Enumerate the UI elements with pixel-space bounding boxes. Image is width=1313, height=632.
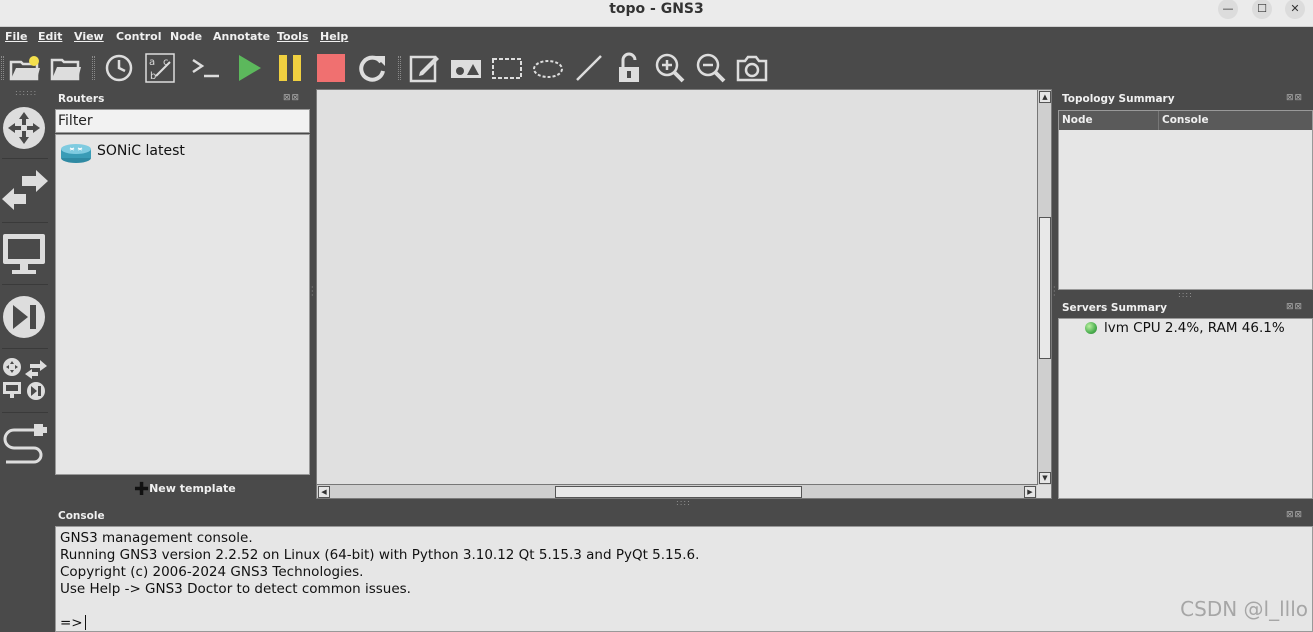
device-separator [2, 284, 48, 285]
horizontal-scrollbar[interactable]: ◀ ▶ [317, 484, 1037, 498]
draw-ellipse-icon[interactable] [532, 52, 564, 84]
console-line: Copyright (c) 2006-2024 GNS3 Technologie… [60, 564, 364, 580]
dock-float-close-icon[interactable]: ⊠⊠ [1286, 510, 1303, 520]
scroll-right-icon[interactable]: ▶ [1024, 486, 1036, 498]
list-item-label: SONiC latest [97, 143, 185, 159]
menu-help[interactable]: Help [320, 30, 348, 43]
menu-tools[interactable]: Tools [277, 30, 308, 43]
scroll-up-icon[interactable]: ▲ [1039, 91, 1051, 103]
close-icon[interactable]: ✕ [1285, 0, 1305, 19]
text-cursor [84, 615, 86, 630]
snapshot-clock-icon[interactable] [103, 52, 135, 84]
console-line: Use Help -> GNS3 Doctor to detect common… [60, 581, 411, 597]
reload-all-icon[interactable] [356, 52, 388, 84]
stop-all-icon[interactable] [315, 52, 347, 84]
show-interface-labels-icon[interactable]: acb [144, 52, 176, 84]
menu-control[interactable]: Control [116, 30, 161, 43]
column-header-node[interactable]: Node [1059, 111, 1159, 130]
add-link-icon[interactable] [0, 420, 50, 466]
menu-edit[interactable]: Edit [38, 30, 62, 43]
list-item[interactable]: lvm CPU 2.4%, RAM 46.1% [1083, 320, 1311, 338]
scroll-down-icon[interactable]: ▼ [1039, 472, 1051, 484]
add-note-icon[interactable] [408, 52, 440, 84]
topology-summary-title: Topology Summary [1062, 93, 1175, 105]
filter-input[interactable]: Filter [55, 109, 310, 133]
browse-routers-icon[interactable] [0, 104, 50, 152]
new-project-icon[interactable] [9, 52, 41, 84]
start-all-icon[interactable] [233, 52, 265, 84]
menu-annotate[interactable]: Annotate [213, 30, 270, 43]
dock-float-close-icon[interactable]: ⊠⊠ [283, 93, 300, 103]
insert-picture-icon[interactable] [450, 52, 482, 84]
device-separator [2, 222, 48, 223]
browse-security-devices-icon[interactable] [0, 294, 50, 340]
zoom-in-icon[interactable] [654, 52, 686, 84]
console-dock-title: Console [58, 510, 105, 522]
svg-text:b: b [150, 71, 156, 82]
new-template-label: New template [149, 482, 236, 495]
console-line: GNS3 management console. [60, 530, 253, 546]
menu-node[interactable]: Node [170, 30, 202, 43]
minimize-icon[interactable]: — [1218, 0, 1238, 19]
main-toolbar: acb [0, 48, 1313, 88]
list-item[interactable]: SONiC latest [58, 140, 308, 164]
column-header-console[interactable]: Console [1159, 111, 1312, 130]
open-project-icon[interactable] [50, 52, 82, 84]
unlock-icon[interactable] [613, 52, 645, 84]
dock-float-close-icon[interactable]: ⊠⊠ [1286, 93, 1303, 103]
device-type-toolbar: :::::: [0, 88, 50, 632]
browse-switches-icon[interactable] [0, 168, 50, 214]
new-template-button[interactable]: ✚New template [134, 479, 236, 500]
menu-view[interactable]: View [74, 30, 104, 43]
device-separator [2, 348, 48, 349]
console-output[interactable]: GNS3 management console. Running GNS3 ve… [55, 526, 1313, 632]
vertical-scrollbar[interactable]: ▲ ▼ [1037, 90, 1051, 485]
plus-icon: ✚ [134, 479, 150, 500]
server-status-text: lvm CPU 2.4%, RAM 46.1% [1104, 320, 1285, 336]
splitter-handle[interactable]: :::: [1178, 290, 1193, 299]
console-prompt-text: => [60, 615, 83, 631]
dock-float-close-icon[interactable]: ⊠⊠ [1286, 302, 1303, 312]
toolbar-separator [398, 56, 401, 80]
servers-summary-title: Servers Summary [1062, 302, 1167, 314]
console-line: Running GNS3 version 2.2.52 on Linux (64… [60, 547, 700, 563]
scroll-left-icon[interactable]: ◀ [318, 486, 330, 498]
title-bar: topo - GNS3 — ☐ ✕ [0, 0, 1313, 27]
servers-summary-panel: lvm CPU 2.4%, RAM 46.1% [1058, 318, 1313, 499]
splitter-handle[interactable]: :::: [676, 498, 691, 507]
router-template-list: SONiC latest [55, 134, 310, 475]
window-title: topo - GNS3 [609, 1, 704, 17]
browse-all-devices-icon[interactable] [0, 356, 50, 402]
splitter-handle[interactable]: · · · [311, 284, 315, 300]
device-separator [2, 412, 48, 413]
zoom-out-icon[interactable] [695, 52, 727, 84]
toolbar-grip [1, 56, 4, 80]
svg-text:a: a [149, 57, 155, 68]
menu-file[interactable]: File [5, 30, 28, 43]
toolbar-grip: :::::: [15, 88, 38, 97]
splitter-handle[interactable]: · · · [1053, 284, 1057, 300]
topology-summary-header: Node Console [1059, 111, 1312, 130]
screenshot-camera-icon[interactable] [736, 52, 768, 84]
console-prompt[interactable]: => [60, 615, 1308, 632]
suspend-all-icon[interactable] [274, 52, 306, 84]
browse-end-devices-icon[interactable] [0, 230, 50, 278]
topology-canvas[interactable]: ▲ ▼ ◀ ▶ [316, 89, 1052, 499]
topology-summary-panel: Node Console [1058, 110, 1313, 290]
routers-dock-title: Routers [58, 93, 105, 105]
router-icon [60, 142, 92, 168]
vertical-scrollbar-thumb[interactable] [1039, 217, 1051, 359]
toolbar-separator [92, 56, 95, 80]
server-status-icon [1085, 322, 1097, 334]
draw-rectangle-icon[interactable] [491, 52, 523, 84]
device-separator [2, 158, 48, 159]
maximize-icon[interactable]: ☐ [1252, 0, 1272, 19]
console-all-icon[interactable] [189, 52, 221, 84]
watermark: CSDN @l_lllo [1180, 597, 1308, 621]
draw-line-icon[interactable] [573, 52, 605, 84]
horizontal-scrollbar-thumb[interactable] [555, 486, 802, 498]
menu-bar: File Edit View Control Node Annotate Too… [0, 27, 1313, 48]
